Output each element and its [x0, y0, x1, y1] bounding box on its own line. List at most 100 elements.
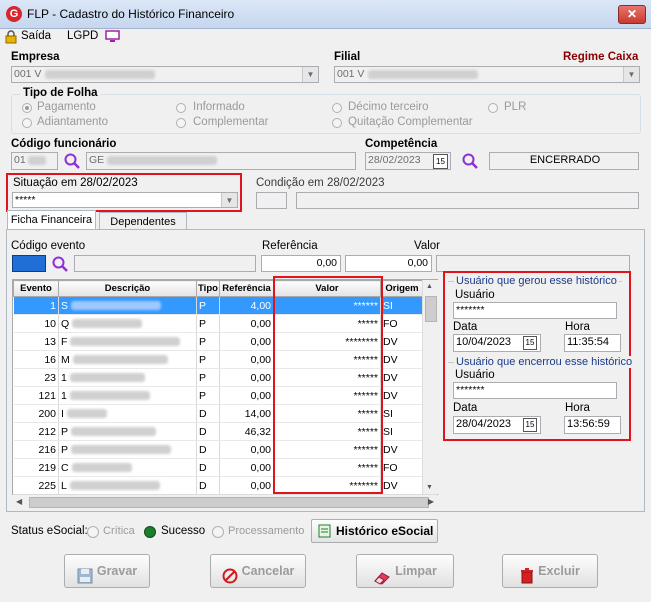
col-evento[interactable]: Evento [13, 280, 59, 297]
monitor-icon[interactable] [105, 30, 120, 43]
radio-complementar[interactable] [176, 118, 186, 128]
radio-quitacao-complementar[interactable] [332, 118, 342, 128]
radio-plr[interactable] [488, 103, 498, 113]
radio-sucesso[interactable] [144, 526, 156, 538]
radio-pagamento[interactable] [22, 103, 32, 113]
encerrou-data-field: 28/04/2023 15 [453, 416, 541, 434]
cell-origem: SI [380, 296, 424, 315]
cell-origem-text: DV [383, 389, 398, 402]
cell-referencia: 0,00 [219, 332, 274, 351]
chevron-down-icon[interactable]: ▼ [623, 67, 639, 82]
cell-referencia-text: 0,00 [250, 461, 271, 474]
close-button[interactable]: ✕ [618, 5, 646, 24]
search-icon[interactable] [461, 152, 479, 170]
exit-menu-item[interactable]: Saída [21, 30, 51, 42]
save-button[interactable]: Gravar [64, 554, 150, 588]
situacao-label: Situação em 28/02/2023 [13, 177, 138, 189]
codigo-evento-input[interactable] [12, 255, 46, 272]
calendar-icon[interactable]: 15 [523, 418, 537, 432]
cell-tipo: D [196, 422, 220, 441]
grid-horizontal-scrollbar[interactable]: ◀ ▶ [13, 494, 437, 510]
cell-origem-text: FO [383, 461, 398, 474]
cell-descricao: 1 [58, 386, 197, 405]
chevron-down-icon[interactable]: ▼ [302, 67, 318, 82]
radio-adiantamento[interactable] [22, 118, 32, 128]
valor-input[interactable]: 0,00 [345, 255, 432, 272]
radio-decimo-terceiro-label: Décimo terceiro [348, 101, 429, 113]
cell-referencia: 0,00 [219, 350, 274, 369]
lock-icon[interactable] [4, 30, 18, 44]
col-referencia[interactable]: Referência [219, 280, 274, 297]
historico-esocial-button[interactable]: Histórico eSocial [311, 519, 438, 543]
cell-origem: DV [380, 350, 424, 369]
cell-evento: 16 [13, 350, 59, 369]
radio-informado[interactable] [176, 103, 186, 113]
cell-descricao: C [58, 458, 197, 477]
clear-button[interactable]: Limpar [356, 554, 454, 588]
chevron-down-icon[interactable]: ▼ [221, 193, 237, 207]
regime-caixa-label: Regime Caixa [563, 51, 639, 63]
tab-ficha-financeira[interactable]: Ficha Financeira [7, 210, 96, 229]
empresa-label: Empresa [11, 51, 60, 63]
competencia-date-input[interactable]: 28/02/2023 15 [365, 152, 451, 170]
cell-descricao: I [58, 404, 197, 423]
radio-critica[interactable] [87, 526, 99, 538]
cell-descricao: Q [58, 314, 197, 333]
cancel-button[interactable]: Cancelar [210, 554, 306, 588]
filial-select[interactable]: 001 V ▼ [334, 66, 640, 83]
cell-tipo: P [196, 368, 220, 387]
cell-tipo-text: D [199, 407, 207, 420]
lgpd-menu-item[interactable]: LGPD [67, 30, 98, 42]
empresa-select[interactable]: 001 V ▼ [11, 66, 319, 83]
cell-referencia: 0,00 [219, 314, 274, 333]
cell-descricao: 1 [58, 368, 197, 387]
extra-field [436, 255, 630, 272]
cell-descricao-text: M [61, 353, 70, 366]
condicao-code-input[interactable] [256, 192, 287, 209]
gerou-usuario-label: Usuário [455, 289, 495, 301]
cell-origem-text: SI [383, 299, 393, 312]
funcionario-name-field: GE [86, 152, 356, 170]
situacao-value: ***** [15, 194, 36, 206]
encerrou-hora-field: 13:56:59 [564, 416, 621, 434]
situacao-select[interactable]: ***** ▼ [12, 192, 238, 208]
radio-pagamento-label: Pagamento [37, 101, 96, 113]
empresa-value: 001 V [14, 68, 42, 80]
cell-referencia: 0,00 [219, 386, 274, 405]
radio-complementar-label: Complementar [193, 116, 269, 128]
cell-descricao-text: C [61, 461, 69, 474]
cell-descricao-text: P [61, 443, 69, 456]
cell-evento-text: 212 [38, 425, 56, 438]
tipo-folha-group [11, 94, 641, 134]
cell-origem-text: DV [383, 335, 398, 348]
cell-origem-text: DV [383, 443, 398, 456]
clear-label: Limpar [395, 564, 437, 578]
calendar-icon[interactable]: 15 [523, 336, 537, 350]
codigo-funcionario-input[interactable]: 01 [11, 152, 58, 170]
calendar-icon[interactable]: 15 [433, 154, 448, 169]
cell-descricao: L [58, 476, 197, 494]
col-tipo[interactable]: Tipo [196, 280, 220, 297]
search-icon[interactable] [63, 152, 81, 170]
historico-esocial-label: Histórico eSocial [336, 524, 434, 538]
radio-adiantamento-label: Adiantamento [37, 116, 108, 128]
save-label: Gravar [96, 564, 138, 578]
cell-origem: DV [380, 386, 424, 405]
grid-vertical-scrollbar[interactable]: ▲ ▼ [422, 280, 438, 494]
filial-label: Filial [334, 51, 361, 63]
col-origem[interactable]: Origem [380, 280, 424, 297]
col-descricao[interactable]: Descrição [58, 280, 197, 297]
delete-button[interactable]: Excluir [502, 554, 598, 588]
radio-decimo-terceiro[interactable] [332, 103, 342, 113]
cell-evento: 225 [13, 476, 59, 494]
app-logo-icon: G [6, 6, 22, 22]
search-icon[interactable] [51, 255, 69, 273]
competencia-status: ENCERRADO [489, 152, 639, 170]
referencia-input[interactable]: 0,00 [261, 255, 341, 272]
cell-origem: DV [380, 440, 424, 459]
radio-critica-label: Crítica [103, 525, 135, 537]
cell-referencia-text: 14,00 [244, 407, 271, 420]
radio-processamento[interactable] [212, 526, 224, 538]
cell-tipo: P [196, 350, 220, 369]
cell-origem-text: DV [383, 479, 398, 492]
